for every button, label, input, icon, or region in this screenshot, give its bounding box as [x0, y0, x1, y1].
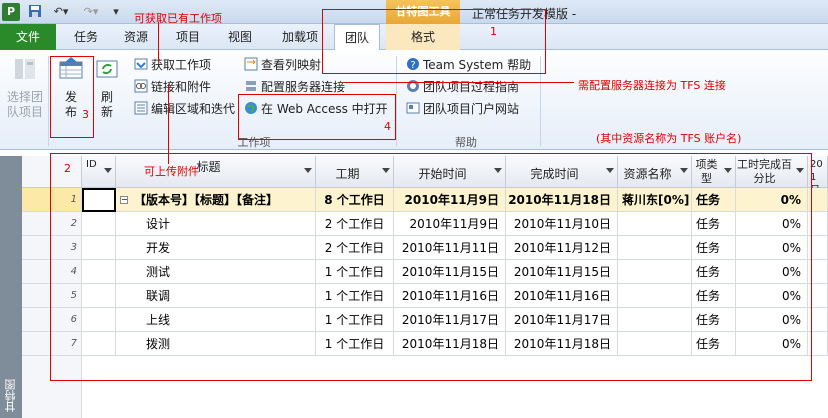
- tab-project[interactable]: 项目: [168, 24, 208, 50]
- annotation-box-web-access: [238, 94, 396, 140]
- gantt-sidebar-label: 甘特图: [4, 379, 17, 412]
- tab-view[interactable]: 视图: [220, 24, 260, 50]
- annotation-line-config-tfs: [344, 82, 574, 83]
- column-mapping-icon: [244, 57, 258, 71]
- annotation-config-tfs: 需配置服务器连接为 TFS 连接: [578, 79, 726, 92]
- annotation-line-get-existing: [158, 22, 159, 62]
- tab-addins[interactable]: 加载项: [272, 24, 328, 50]
- annotation-box-task-grid: [50, 153, 812, 381]
- process-guide-button[interactable]: 团队项目过程指南: [406, 78, 519, 96]
- annotation-get-existing: 可获取已有工作项: [134, 12, 222, 25]
- tab-file[interactable]: 文件: [0, 24, 56, 50]
- undo-icon[interactable]: ↶▾: [50, 4, 72, 20]
- annotation-box-team-tab: [322, 9, 546, 74]
- help-group-label: 帮助: [455, 136, 477, 149]
- save-icon[interactable]: [28, 4, 42, 20]
- annotation-number-1: 1: [490, 25, 497, 38]
- select-team-project-label: 选择团队项目: [7, 90, 44, 119]
- annotation-number-4: 4: [384, 120, 391, 133]
- server-icon: [244, 79, 258, 93]
- refresh-icon: [96, 60, 118, 78]
- get-work-items-button[interactable]: 获取工作项: [134, 56, 211, 74]
- annotation-box-publish: [50, 56, 94, 138]
- links-attachments-button[interactable]: 链接和附件: [134, 78, 211, 96]
- view-column-mapping-button[interactable]: 查看列映射: [244, 56, 321, 74]
- edit-areas-label: 编辑区域和迭代: [151, 102, 236, 116]
- team-portal-button[interactable]: 团队项目门户网站: [406, 100, 519, 118]
- config-server-label: 配置服务器连接: [261, 80, 346, 94]
- annotation-number-3: 3: [82, 108, 89, 121]
- edit-areas-icon: [134, 101, 148, 115]
- get-work-items-icon: [134, 57, 148, 71]
- get-work-items-label: 获取工作项: [151, 58, 212, 72]
- annotation-upload-attach: 可上传附件: [144, 165, 199, 178]
- project-app-icon[interactable]: P: [2, 3, 20, 21]
- link-icon: [134, 79, 148, 93]
- team-portal-label: 团队项目门户网站: [423, 102, 520, 116]
- separator: [48, 56, 49, 146]
- redo-icon[interactable]: ↷▾: [80, 4, 102, 20]
- gantt-view-sidebar[interactable]: 甘特图: [0, 156, 22, 418]
- annotation-resource-note: (其中资源名称为 TFS 账户名): [596, 132, 742, 145]
- refresh-label: 刷新: [100, 90, 113, 119]
- edit-areas-iterations-button[interactable]: 编辑区域和迭代: [134, 100, 235, 118]
- tab-task[interactable]: 任务: [66, 24, 106, 50]
- tab-resource[interactable]: 资源: [116, 24, 156, 50]
- links-attachments-label: 链接和附件: [151, 80, 212, 94]
- refresh-button[interactable]: 刷新: [92, 56, 122, 120]
- portal-icon: [406, 101, 420, 115]
- customize-icon[interactable]: ▾: [110, 4, 122, 20]
- team-project-icon: [15, 59, 35, 79]
- annotation-line-upload-attach: [168, 84, 169, 164]
- view-column-mapping-label: 查看列映射: [261, 58, 322, 72]
- annotation-number-2: 2: [64, 162, 71, 175]
- select-team-project-button[interactable]: 选择团队项目: [4, 56, 46, 120]
